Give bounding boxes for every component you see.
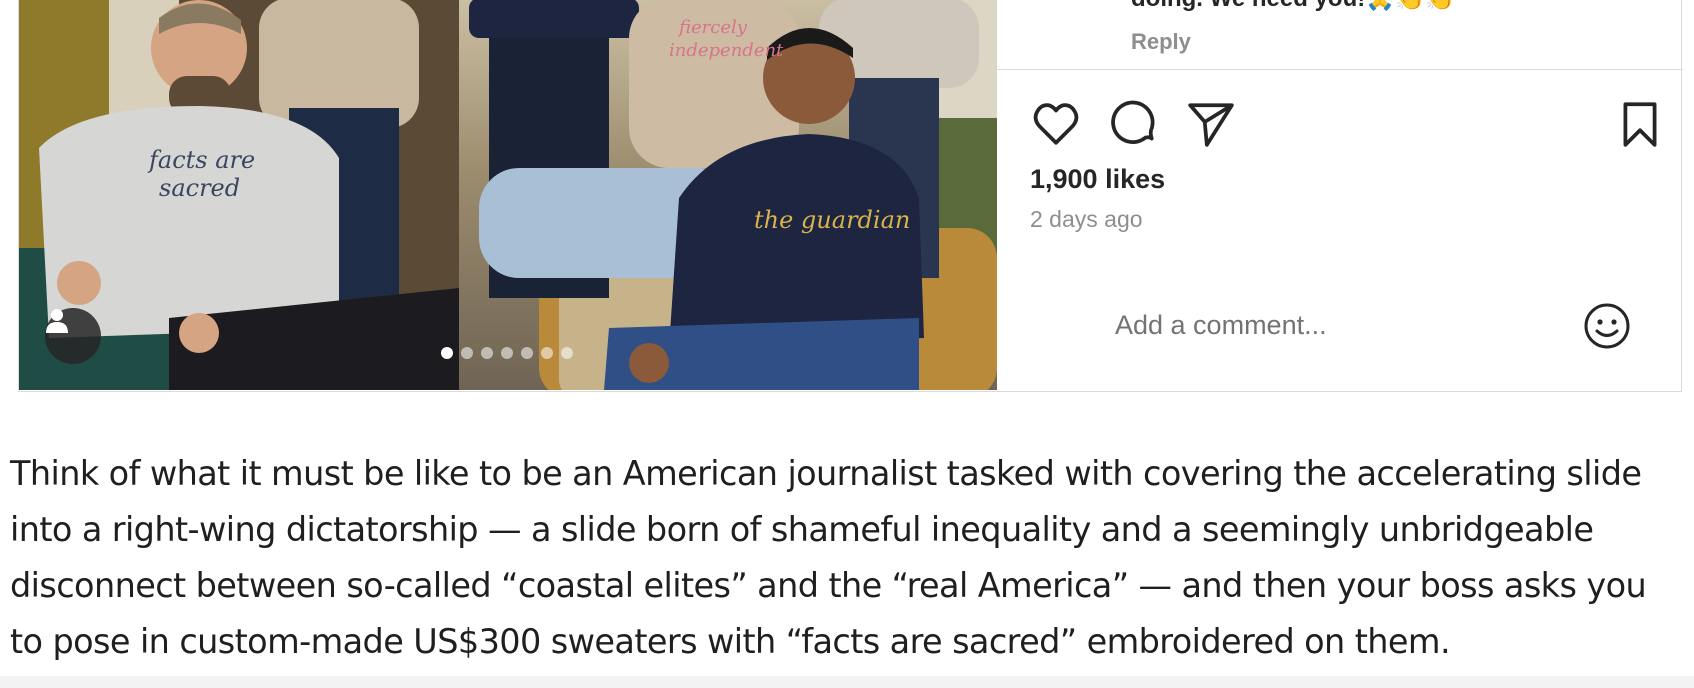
bookmark-icon: [1623, 102, 1657, 147]
comment-button[interactable]: [1108, 99, 1158, 149]
reply-link[interactable]: Reply: [1131, 29, 1191, 55]
svg-text:sacred: sacred: [159, 174, 240, 202]
comment-input[interactable]: [1115, 302, 1545, 348]
post-photo[interactable]: facts are sacred the guardian fiercely i…: [19, 0, 997, 390]
carousel-dot[interactable]: [481, 347, 493, 359]
carousel-dot[interactable]: [441, 347, 453, 359]
svg-text:facts are: facts are: [147, 146, 255, 174]
comment-composer: [997, 290, 1683, 362]
post-side-panel: doing. We need you!🙏👏👏 Reply: [997, 0, 1683, 390]
post-actions: [1031, 99, 1665, 149]
heart-icon: [1033, 103, 1079, 145]
svg-text:fiercely: fiercely: [677, 17, 748, 38]
save-button[interactable]: [1615, 99, 1665, 149]
page-bottom-edge: [0, 676, 1694, 688]
article-paragraph: Think of what it must be like to be an A…: [10, 454, 1647, 661]
carousel-dot[interactable]: [521, 347, 533, 359]
speech-bubble-icon: [1111, 100, 1155, 144]
like-button[interactable]: [1031, 99, 1081, 149]
user-tag-button[interactable]: [45, 308, 101, 364]
emoji-button[interactable]: [1583, 302, 1631, 350]
smiley-icon: [1584, 303, 1630, 349]
person-icon: [46, 309, 68, 333]
svg-text:independent: independent: [669, 40, 784, 61]
carousel-dot[interactable]: [561, 347, 573, 359]
post-timestamp[interactable]: 2 days ago: [1030, 206, 1143, 233]
paper-plane-icon: [1188, 103, 1234, 147]
carousel-dot[interactable]: [501, 347, 513, 359]
divider: [997, 69, 1683, 70]
share-button[interactable]: [1186, 99, 1236, 149]
carousel-dot[interactable]: [541, 347, 553, 359]
carousel-indicator: [441, 347, 573, 359]
group-portrait-illustration: facts are sacred the guardian fiercely i…: [19, 0, 997, 390]
like-count[interactable]: 1,900 likes: [1030, 164, 1165, 195]
comment-text: doing. We need you!🙏👏👏: [1131, 0, 1455, 13]
instagram-embed: facts are sacred the guardian fiercely i…: [18, 0, 1683, 392]
carousel-dot[interactable]: [461, 347, 473, 359]
svg-text:the guardian: the guardian: [754, 206, 910, 234]
